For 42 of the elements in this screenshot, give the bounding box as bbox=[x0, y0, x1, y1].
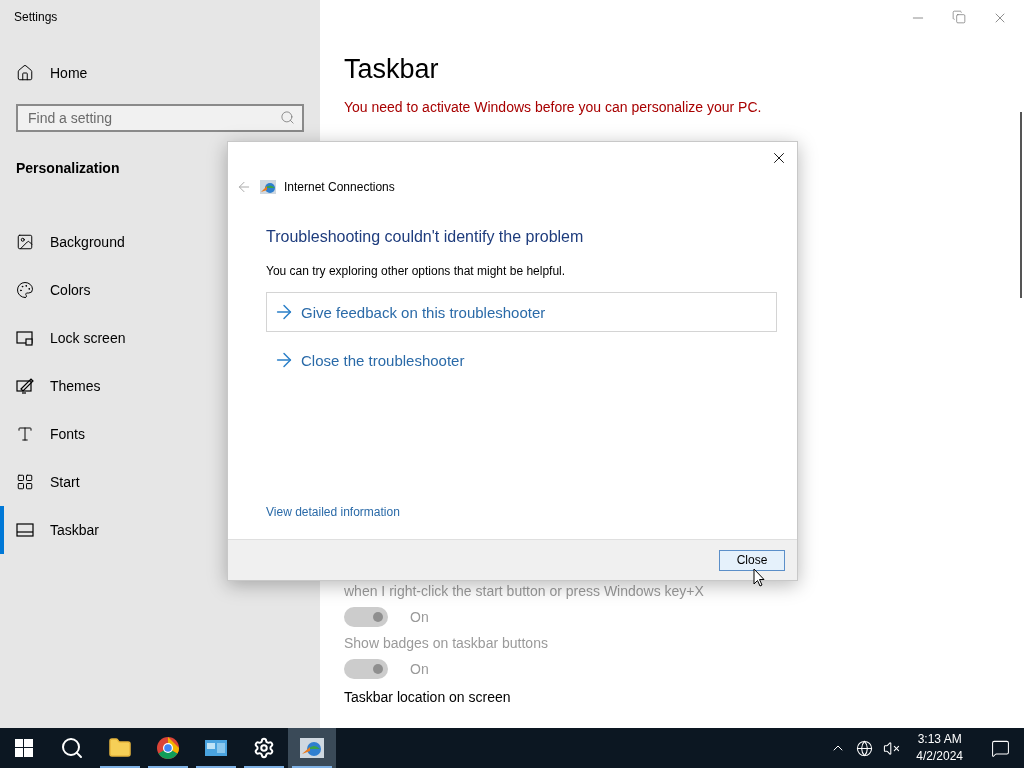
setting-label: Show badges on taskbar buttons bbox=[344, 635, 548, 651]
browser-icon[interactable] bbox=[156, 736, 180, 760]
font-icon bbox=[16, 425, 34, 443]
page-title: Taskbar bbox=[344, 54, 440, 85]
monitor-pen-icon bbox=[16, 377, 34, 395]
search-icon bbox=[280, 110, 295, 125]
home-icon bbox=[16, 64, 34, 82]
folder-icon[interactable] bbox=[108, 736, 132, 760]
taskbar-button[interactable] bbox=[288, 728, 336, 768]
search-field[interactable]: Find a setting bbox=[16, 104, 304, 132]
setting-label: Taskbar location on screen bbox=[344, 689, 511, 705]
setting-label: when I right-click the start button or press Windows key+X bbox=[344, 583, 704, 599]
notifications-icon[interactable] bbox=[991, 738, 1010, 758]
dialog-heading: Troubleshooting couldn't identify the problem bbox=[266, 228, 584, 246]
dialog-title: Internet Connections bbox=[284, 180, 395, 194]
windows-logo-icon bbox=[15, 739, 33, 757]
sidebar-item[interactable]: Start bbox=[0, 458, 320, 506]
palette-icon bbox=[16, 281, 34, 299]
dialog-description: You can try exploring other options that might be helpful. bbox=[266, 264, 566, 278]
network-globe-icon bbox=[260, 180, 276, 194]
clock[interactable]: 3:13 AM 4/2/2024 bbox=[916, 731, 963, 765]
tiles-icon bbox=[16, 473, 34, 491]
option-link[interactable]: Close the troubleshooter bbox=[266, 340, 777, 380]
search-icon[interactable] bbox=[60, 736, 84, 760]
window-title: Settings bbox=[13, 9, 58, 26]
control-panel-icon[interactable] bbox=[204, 738, 228, 758]
activation-warning: You need to activate Windows before you can personalize your PC. bbox=[344, 99, 762, 115]
taskbar-icon bbox=[16, 523, 34, 537]
lock-screen-icon bbox=[16, 329, 34, 347]
globe-icon[interactable] bbox=[856, 739, 874, 757]
toggle-label: On bbox=[410, 609, 429, 625]
close-button[interactable]: Close bbox=[719, 549, 785, 571]
settings-icon[interactable] bbox=[253, 737, 275, 759]
sidebar-item[interactable]: Fonts bbox=[0, 410, 320, 458]
home-link[interactable]: Home bbox=[0, 62, 104, 84]
section-heading: Personalization bbox=[16, 160, 120, 178]
speaker-muted-icon[interactable] bbox=[883, 739, 901, 757]
picture-icon bbox=[16, 233, 34, 251]
network-globe-icon[interactable] bbox=[299, 737, 325, 759]
scrollbar[interactable] bbox=[1020, 112, 1022, 298]
toggle-label: On bbox=[410, 661, 429, 677]
option-link[interactable]: Give feedback on this troubleshooter bbox=[266, 292, 777, 332]
